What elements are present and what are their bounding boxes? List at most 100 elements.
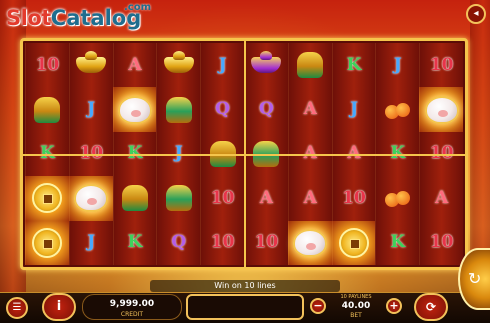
oranges-icon <box>384 187 411 209</box>
bet-increase-button[interactable]: + <box>386 298 402 314</box>
reel-cell: K <box>112 220 157 265</box>
reel-cell: 10 <box>25 43 69 88</box>
symbol-10: 10 <box>429 54 454 75</box>
reel-cell: 10 <box>419 220 463 265</box>
gold-ingot-icon <box>163 51 194 74</box>
reel-cell: 10 <box>419 43 463 88</box>
win-message: Win on 10 lines <box>150 280 340 292</box>
symbol-j: J <box>87 99 96 120</box>
reel-cell <box>156 43 201 88</box>
reel-cell <box>68 176 113 221</box>
reel-cell: K <box>331 43 376 88</box>
reel-divider-horizontal <box>23 154 465 156</box>
reel-cell <box>331 220 376 265</box>
reel-cell: J <box>68 87 113 132</box>
credit-label: CREDIT <box>120 311 144 318</box>
back-icon: ◂ <box>473 8 479 19</box>
reel-cell: 10 <box>200 220 244 265</box>
credit-display: 9,999.00 CREDIT <box>82 294 182 320</box>
reel-cell <box>287 220 332 265</box>
symbol-a: A <box>434 187 449 208</box>
credit-value: 9,999.00 <box>109 299 155 309</box>
symbol-a: A <box>259 187 273 208</box>
reel-cell: 10 <box>200 176 244 221</box>
reel-cell: K <box>375 220 420 265</box>
reel-cell <box>25 176 69 221</box>
symbol-k: K <box>346 54 362 75</box>
spin-icon: ↻ <box>468 269 482 288</box>
symbol-j: J <box>87 232 96 253</box>
gold-coin-icon <box>338 227 369 258</box>
bet-label: BET <box>350 312 362 319</box>
menu-button[interactable]: ☰ <box>6 297 28 319</box>
reel-cell <box>156 87 201 132</box>
symbol-a: A <box>128 54 142 75</box>
symbol-q: Q <box>215 99 230 120</box>
reel-cell <box>25 220 69 265</box>
autoplay-icon: ⟳ <box>425 300 437 314</box>
symbol-a: A <box>303 187 317 208</box>
info-button[interactable]: i <box>42 293 76 321</box>
center-panel <box>186 294 304 320</box>
reel-cell <box>287 43 332 88</box>
bet-decrease-button[interactable]: − <box>310 298 326 314</box>
dragon-figurine-icon <box>121 185 148 212</box>
reel-cell: Q <box>243 87 288 132</box>
purple-ingot-icon <box>251 51 282 74</box>
symbol-10: 10 <box>342 187 366 208</box>
bet-display: 10 PAYLINES 40.00 BET <box>328 294 384 320</box>
paylines-label: 10 PAYLINES <box>340 294 372 300</box>
top-menu-button[interactable]: ◂ <box>466 4 486 24</box>
autoplay-button[interactable]: ⟳ <box>414 293 448 321</box>
dragon-figurine-icon <box>34 96 61 123</box>
reel-cell <box>375 176 420 221</box>
piggy-bank-icon <box>424 95 459 124</box>
reel-cell: Q <box>156 220 201 265</box>
symbol-10: 10 <box>429 232 454 253</box>
logo-suffix: .com <box>124 2 152 13</box>
reel-cell <box>112 87 157 132</box>
symbol-q: Q <box>258 99 274 120</box>
logo-part-slot: Slot <box>6 6 51 30</box>
piggy-bank-icon <box>293 228 328 257</box>
symbol-j: J <box>349 99 359 120</box>
menu-icon: ☰ <box>12 302 22 313</box>
reel-cell <box>68 43 113 88</box>
reel-cell <box>243 43 288 88</box>
reel-cell <box>375 87 420 132</box>
reel-cell <box>156 176 201 221</box>
piggy-bank-icon <box>74 184 109 213</box>
symbol-q: Q <box>171 232 187 253</box>
bet-value: 40.00 <box>341 301 371 311</box>
minus-icon: − <box>313 299 323 312</box>
reel-cell: J <box>200 43 244 88</box>
dragon-figurine-icon <box>165 185 192 212</box>
symbol-j: J <box>218 54 227 75</box>
symbol-10: 10 <box>210 232 235 253</box>
symbol-j: J <box>393 54 402 75</box>
reel-cell: A <box>287 87 332 132</box>
reel-cell: J <box>331 87 376 132</box>
reel-cell: 10 <box>243 220 288 265</box>
symbol-10: 10 <box>210 187 235 208</box>
dragon-figurine-icon <box>297 52 324 79</box>
gold-coin-icon <box>32 183 63 214</box>
reel-cell: A <box>287 176 332 221</box>
oranges-icon <box>384 99 411 121</box>
reel-cell: Q <box>200 87 244 132</box>
reel-cell <box>419 87 463 132</box>
spin-button[interactable]: ↻ <box>458 248 490 310</box>
reel-cell: 10 <box>331 176 376 221</box>
gold-coin-icon <box>32 227 63 258</box>
symbol-10: 10 <box>254 232 279 253</box>
reel-cell: A <box>112 43 157 88</box>
reel-cell: A <box>243 176 288 221</box>
reel-cell: J <box>375 43 420 88</box>
reels-frame: 10AJKJ10JQQAJK10KJAAK1010AA10AJKQ1010K10 <box>20 38 468 270</box>
symbol-10: 10 <box>35 54 60 75</box>
symbol-k: K <box>127 232 143 253</box>
plus-icon: + <box>389 299 399 312</box>
dragon-figurine-icon <box>165 96 192 123</box>
info-icon: i <box>56 299 62 314</box>
reel-cell <box>112 176 157 221</box>
